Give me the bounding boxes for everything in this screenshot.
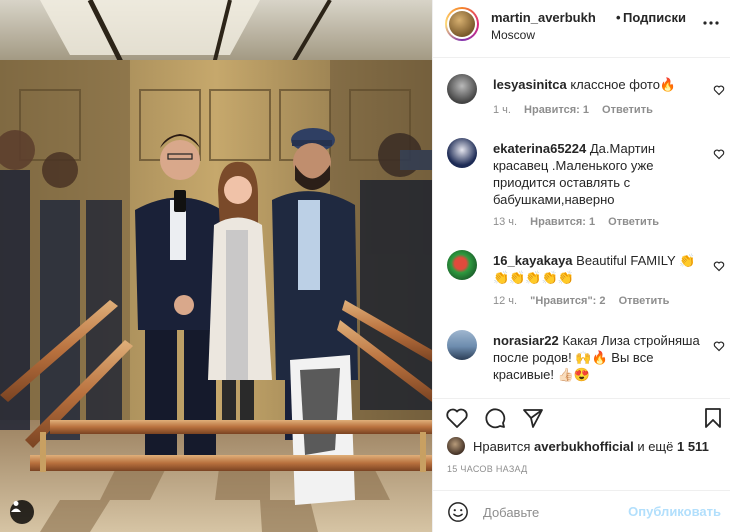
liker-username[interactable]: averbukhofficial [534, 439, 634, 454]
instagram-post-view: martin_averbukh • Подписки Moscow lesyas… [0, 0, 730, 532]
save-bookmark-icon[interactable] [701, 406, 725, 430]
comment-meta: 1 ч. Нравится: 1 Ответить [493, 104, 663, 116]
comment-body: ekaterina65224 Да.Мартин красавец .Мален… [493, 140, 703, 208]
liker-avatar[interactable] [447, 437, 465, 455]
comment-time[interactable]: 1 ч. [493, 104, 511, 116]
reply-button[interactable]: Ответить [608, 216, 659, 228]
post-photo[interactable] [0, 0, 432, 532]
post-header: martin_averbukh • Подписки Moscow [433, 0, 730, 58]
like-heart-icon[interactable] [713, 340, 725, 352]
person-icon [11, 501, 21, 512]
emoji-icon[interactable] [447, 501, 469, 523]
reply-button[interactable]: Ответить [619, 295, 670, 307]
header-separator: • [616, 10, 621, 25]
comment-icon[interactable] [483, 406, 507, 430]
likes-prefix: Нравится [473, 438, 531, 454]
likes-summary: Нравится averbukhofficial и ещё 1 511 [447, 436, 709, 456]
post-location[interactable]: Moscow [491, 28, 535, 42]
like-heart-icon[interactable] [713, 260, 725, 272]
comment-text: классное фото🔥 [570, 77, 677, 92]
comment-body: 16_kayakaya Beautiful FAMILY 👏 👏👏👏👏👏 [493, 252, 703, 286]
comment-body: norasiar22 Какая Лиза стройняша после ро… [493, 332, 703, 383]
reply-button[interactable]: Ответить [602, 104, 653, 116]
comment-body: lesyasinitca классное фото🔥 [493, 76, 703, 93]
user-tag-button[interactable] [10, 500, 34, 524]
author-avatar[interactable] [445, 7, 479, 41]
commenter-avatar[interactable] [447, 138, 477, 168]
add-comment-bar: Опубликовать [433, 490, 730, 532]
commenter-username[interactable]: 16_kayakaya [493, 253, 573, 268]
likes-count[interactable]: 1 511 [677, 439, 709, 454]
commenter-username[interactable]: lesyasinitca [493, 77, 567, 92]
post-timestamp[interactable]: 15 ЧАСОВ НАЗАД [447, 464, 528, 474]
commenter-avatar[interactable] [447, 74, 477, 104]
following-button[interactable]: Подписки [623, 10, 686, 25]
commenter-avatar[interactable] [447, 330, 477, 360]
like-heart-icon[interactable] [713, 84, 725, 96]
post-side-panel: martin_averbukh • Подписки Moscow lesyas… [432, 0, 730, 532]
comment-input[interactable] [483, 502, 623, 522]
comment-likes[interactable]: Нравится: 1 [524, 104, 589, 116]
more-horizontal-icon [703, 21, 719, 25]
commenter-avatar[interactable] [447, 250, 477, 280]
comments-list: lesyasinitca классное фото🔥 1 ч. Нравитс… [433, 58, 730, 398]
comment-likes[interactable]: "Нравится": 2 [530, 295, 605, 307]
like-heart-icon[interactable] [713, 148, 725, 160]
comment-time[interactable]: 13 ч. [493, 216, 517, 228]
commenter-username[interactable]: norasiar22 [493, 333, 559, 348]
comment-meta: 13 ч. Нравится: 1 Ответить [493, 216, 669, 228]
commenter-username[interactable]: ekaterina65224 [493, 141, 586, 156]
publish-button[interactable]: Опубликовать [628, 504, 721, 519]
action-bar [433, 398, 730, 434]
share-icon[interactable] [521, 406, 545, 430]
comment-meta: 12 ч. "Нравится": 2 Ответить [493, 295, 679, 307]
likes-suffix: и ещё [637, 438, 674, 454]
comment-likes[interactable]: Нравится: 1 [530, 216, 595, 228]
author-username[interactable]: martin_averbukh [491, 10, 596, 25]
more-options-button[interactable] [703, 12, 719, 30]
like-icon[interactable] [445, 406, 469, 430]
elevator-mirror-selfie-image [0, 0, 432, 532]
comment-time[interactable]: 12 ч. [493, 295, 517, 307]
